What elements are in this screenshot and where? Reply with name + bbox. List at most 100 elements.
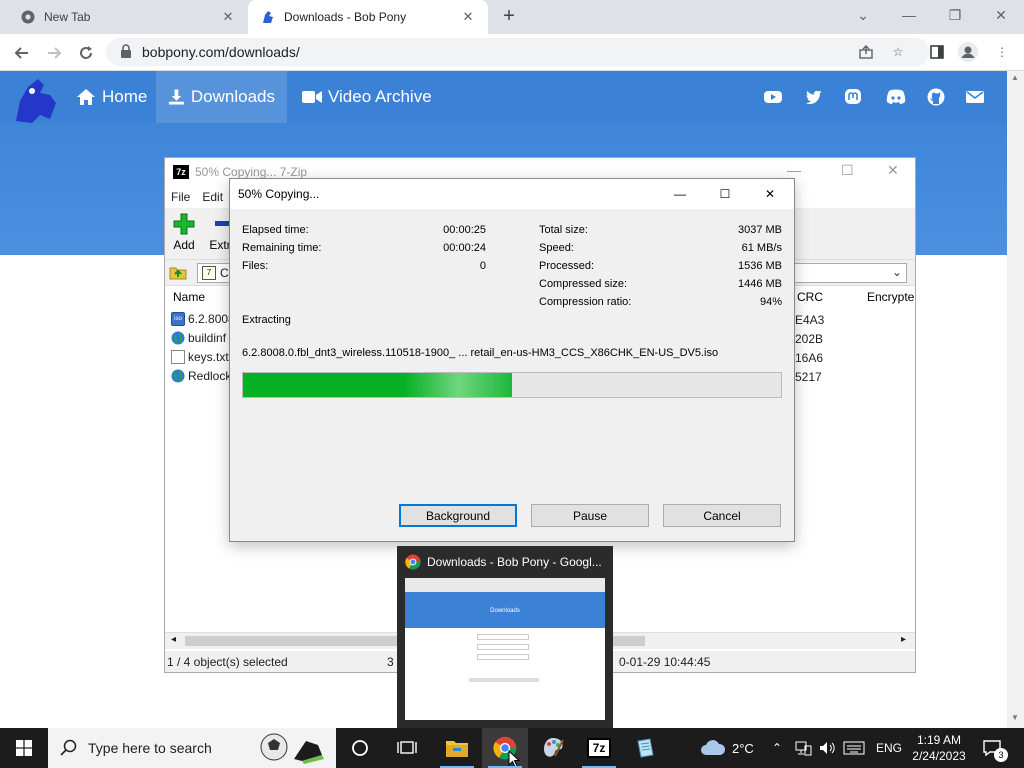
lock-icon (120, 43, 134, 61)
col-encrypted-header[interactable]: Encrypte (867, 290, 914, 304)
weather-temp: 2°C (732, 740, 754, 756)
file-row[interactable]: Redlock (171, 367, 231, 385)
download-icon (168, 89, 184, 105)
minimize-button[interactable]: — (894, 4, 924, 28)
fm-path-text: C (220, 266, 229, 280)
close-window-button[interactable]: ✕ (986, 4, 1016, 28)
bobpony-favicon-icon (260, 9, 276, 25)
taskbar-thumbnail-preview[interactable]: Downloads - Bob Pony - Googl... Download… (397, 546, 613, 728)
dialog-maximize-button[interactable]: ☐ (703, 179, 747, 209)
file-row[interactable]: buildinf (171, 329, 226, 347)
sevenzip-taskbar-button[interactable]: 7z (576, 728, 622, 768)
copy-progress-dialog: 50% Copying... — ☐ ✕ Elapsed time: 00:00… (229, 178, 795, 542)
share-icon[interactable] (856, 42, 876, 62)
taskbar-search-box[interactable]: Type here to search (48, 728, 336, 768)
scroll-left-icon[interactable]: ◂ (171, 634, 176, 645)
menu-edit[interactable]: Edit (202, 190, 223, 204)
bookmark-star-icon[interactable]: ☆ (888, 42, 908, 62)
restore-button[interactable]: ❐ (940, 4, 970, 28)
scroll-up-icon[interactable]: ▲ (1011, 73, 1019, 82)
file-name: 6.2.8008 (188, 312, 235, 326)
scroll-right-icon[interactable]: ▸ (901, 634, 906, 645)
keyboard-icon[interactable] (843, 728, 865, 768)
speed-label: Speed: (539, 242, 574, 254)
fm-close-button[interactable]: ✕ (887, 162, 899, 179)
nav-home[interactable]: Home (64, 71, 159, 123)
extract-button[interactable]: Extr (209, 213, 231, 252)
chrome-taskbar-button[interactable] (482, 728, 528, 768)
size-status: 3 (387, 654, 394, 669)
nav-video-archive[interactable]: Video Archive (290, 71, 444, 123)
fm-maximize-button[interactable]: ☐ (841, 162, 854, 179)
up-folder-icon[interactable] (169, 263, 187, 284)
cancel-button[interactable]: Cancel (663, 504, 781, 527)
youtube-icon[interactable] (764, 88, 782, 106)
menu-file[interactable]: File (171, 190, 190, 204)
home-icon (77, 89, 95, 105)
paint-app-button[interactable] (530, 728, 576, 768)
text-file-icon (171, 350, 185, 364)
thumbnail-image: Downloads (405, 578, 605, 720)
notepad-app-button[interactable] (622, 728, 668, 768)
close-tab-icon[interactable]: ✕ (460, 9, 476, 25)
processed-value: 1536 MB (737, 260, 782, 272)
notification-center-button[interactable]: 3 (982, 728, 1008, 768)
nav-home-label: Home (102, 87, 148, 106)
close-tab-icon[interactable]: ✕ (220, 9, 236, 25)
browser-menu-icon[interactable]: ⋮ (992, 42, 1012, 62)
col-name-header[interactable]: Name (173, 290, 205, 304)
dialog-close-button[interactable]: ✕ (748, 179, 792, 209)
task-view-button[interactable] (384, 728, 430, 768)
mail-icon[interactable] (966, 88, 984, 106)
file-name: Redlock (188, 369, 232, 383)
address-bar[interactable]: bobpony.com/downloads/ (106, 38, 930, 66)
weather-widget[interactable]: 2°C (700, 728, 754, 768)
back-button[interactable] (10, 41, 34, 65)
dialog-minimize-button[interactable]: — (658, 179, 702, 209)
bobpony-logo-icon[interactable] (10, 75, 62, 127)
network-icon[interactable] (794, 728, 812, 768)
forward-button[interactable] (42, 41, 66, 65)
col-crc-header[interactable]: CRC (797, 290, 823, 304)
tab-search-icon[interactable]: ⌄ (848, 4, 878, 28)
fm-minimize-button[interactable]: — (787, 162, 801, 178)
file-row[interactable]: keys.txt (171, 348, 229, 366)
mastodon-icon[interactable] (844, 88, 862, 106)
pause-button[interactable]: Pause (531, 504, 649, 527)
twitter-icon[interactable] (805, 88, 823, 106)
system-clock[interactable]: 1:19 AM 2/24/2023 (903, 732, 975, 764)
github-icon[interactable] (927, 88, 945, 106)
file-crc: 202B (795, 332, 824, 346)
background-button[interactable]: Background (399, 504, 517, 527)
scroll-down-icon[interactable]: ▼ (1011, 713, 1019, 722)
site-navbar: Home Downloads Video Archive (0, 71, 1007, 123)
new-tab-button[interactable]: + (498, 6, 520, 28)
compression-ratio-value: 94% (759, 296, 782, 308)
start-button[interactable] (0, 728, 48, 768)
show-hidden-icons-button[interactable]: ⌃ (772, 728, 782, 768)
file-crc: E4A3 (795, 313, 825, 327)
file-row[interactable]: iso 6.2.8008 (171, 310, 235, 328)
globe-icon (171, 331, 185, 345)
profile-avatar-icon[interactable] (958, 42, 978, 62)
cortana-button[interactable] (337, 728, 383, 768)
volume-icon[interactable] (818, 728, 836, 768)
green-plus-icon (173, 213, 195, 235)
discord-icon[interactable] (886, 88, 906, 106)
side-panel-icon[interactable] (927, 42, 947, 62)
search-icon (60, 739, 77, 756)
elapsed-time-value: 00:00:25 (443, 224, 486, 236)
input-language[interactable]: ENG (876, 728, 902, 768)
add-button[interactable]: Add (173, 213, 195, 252)
page-scrollbar[interactable]: ▲ ▼ (1007, 71, 1024, 728)
sevenzip-app-icon: 7z (587, 738, 611, 758)
tab-downloads[interactable]: Downloads - Bob Pony ✕ (248, 0, 488, 34)
reload-button[interactable] (74, 41, 98, 65)
chevron-down-icon[interactable]: ⌄ (892, 265, 902, 279)
processed-label: Processed: (539, 260, 595, 272)
file-explorer-button[interactable] (434, 728, 480, 768)
nav-downloads[interactable]: Downloads (156, 71, 287, 123)
tab-title: Downloads - Bob Pony (284, 10, 407, 24)
add-label: Add (173, 238, 195, 252)
tab-new-tab[interactable]: New Tab ✕ (8, 0, 248, 34)
